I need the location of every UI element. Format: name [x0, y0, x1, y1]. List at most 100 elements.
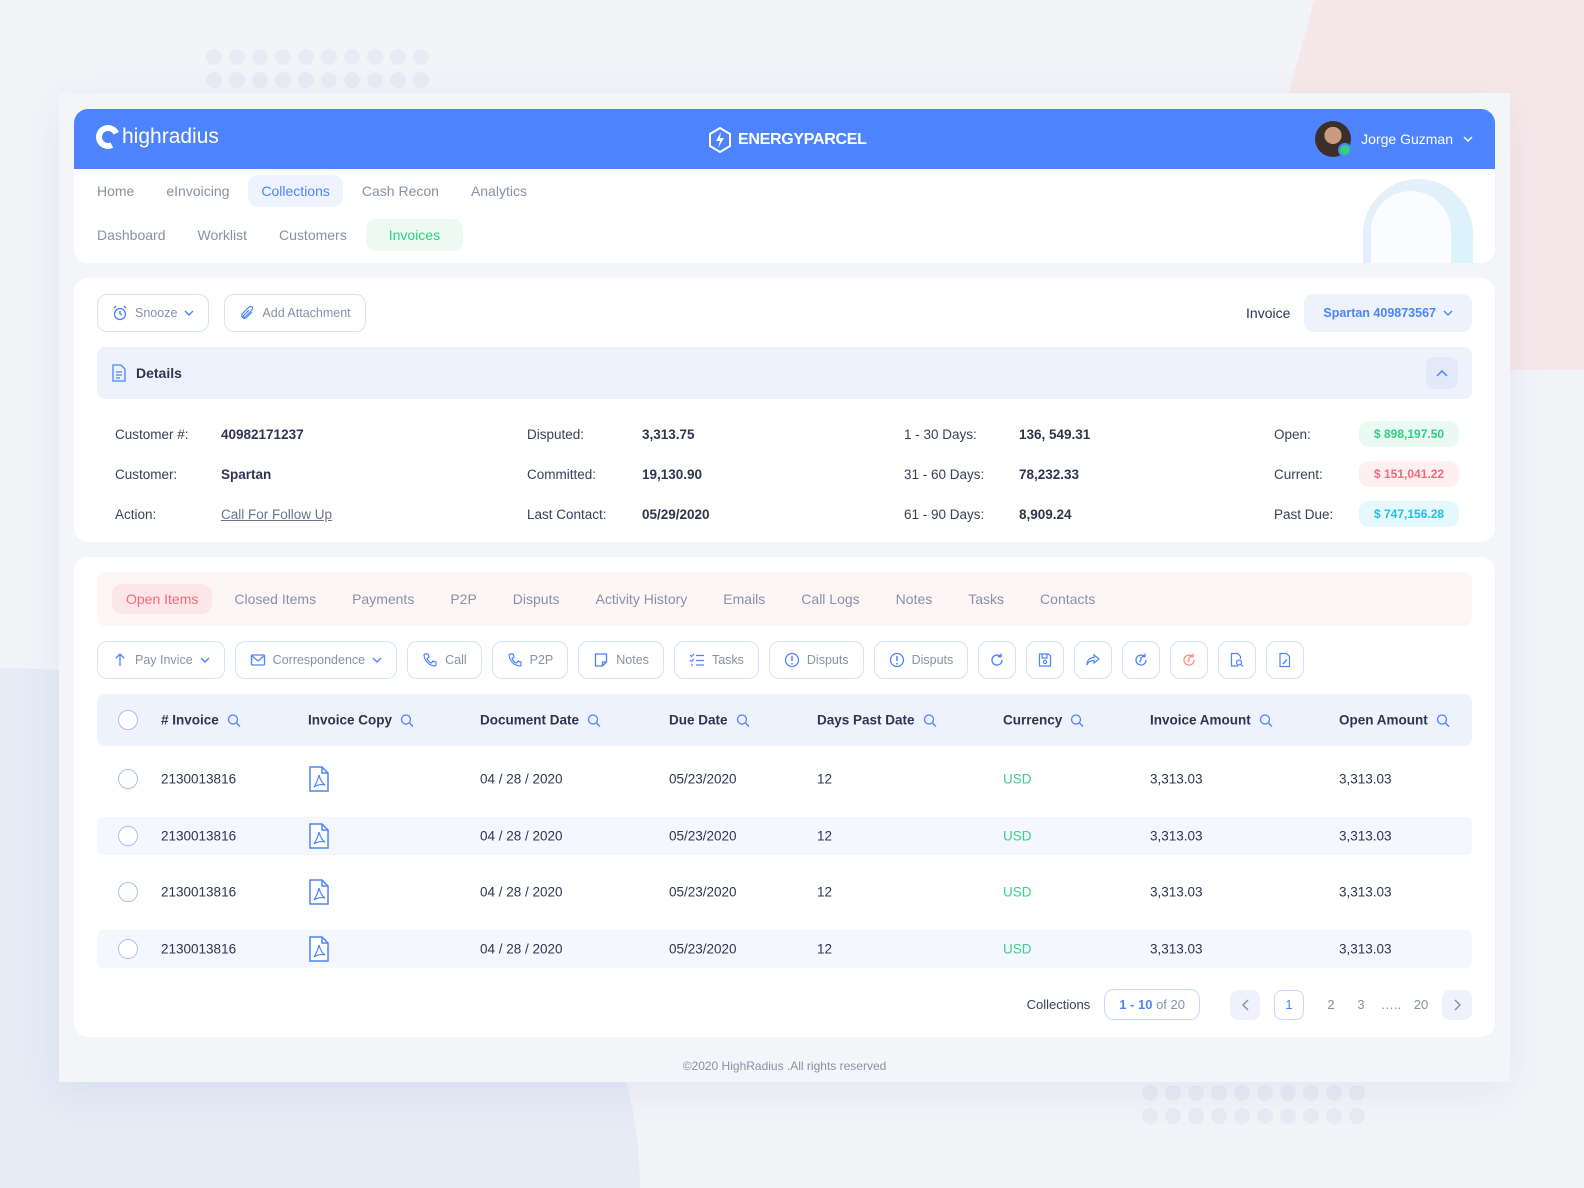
cell-days: 12	[817, 771, 833, 787]
dot	[229, 72, 245, 88]
tab-tasks[interactable]: Tasks	[954, 584, 1018, 614]
detail-last-contact: Last Contact: 05/29/2020	[527, 501, 710, 527]
detail-value: 8,909.24	[1019, 506, 1072, 522]
tab-activity-history[interactable]: Activity History	[581, 584, 701, 614]
chevron-down-icon	[1443, 310, 1453, 316]
alert-circle-icon	[784, 652, 800, 668]
column-header[interactable]: Due Date	[669, 713, 750, 728]
column-header[interactable]: Invoice Amount	[1150, 713, 1273, 728]
column-header[interactable]: Days Past Date	[817, 713, 937, 728]
cell-invoice-copy[interactable]	[308, 936, 330, 962]
tab-emails[interactable]: Emails	[709, 584, 779, 614]
search-icon[interactable]	[923, 713, 937, 727]
cell-doc-date: 04 / 28 / 2020	[480, 771, 563, 787]
tab-closed-items[interactable]: Closed Items	[220, 584, 330, 614]
invoice-selector-label: Invoice	[1246, 305, 1291, 321]
tasks-button[interactable]: Tasks	[673, 641, 759, 679]
subnav-item-customers[interactable]: Customers	[266, 219, 360, 251]
add-attachment-button[interactable]: Add Attachment	[224, 294, 366, 332]
correspondence-button[interactable]: Correspondence	[234, 641, 398, 679]
avatar	[1315, 121, 1353, 157]
tab-call-logs[interactable]: Call Logs	[787, 584, 873, 614]
dot-pattern	[1142, 1085, 1365, 1124]
p2p-button[interactable]: P2P	[491, 641, 569, 679]
search-icon[interactable]	[736, 713, 750, 727]
share-button[interactable]	[1074, 641, 1113, 679]
column-header[interactable]: # Invoice	[161, 713, 241, 728]
refresh-button[interactable]	[978, 641, 1017, 679]
table-row[interactable]: 2130013816 04 / 28 / 2020 05/23/2020 12 USD 3…	[97, 760, 1472, 798]
save-button[interactable]	[1026, 641, 1065, 679]
search-icon[interactable]	[1436, 713, 1450, 727]
pay-invice-button[interactable]: Pay Invice	[97, 641, 225, 679]
disputs-button[interactable]: Disputs	[873, 641, 969, 679]
pdf-file-icon[interactable]	[308, 822, 330, 849]
row-checkbox[interactable]	[118, 882, 138, 903]
detail-label: 31 - 60 Days:	[904, 466, 985, 482]
highradius-logo[interactable]: highradius	[92, 121, 219, 153]
column-header[interactable]: Document Date	[480, 713, 601, 728]
next-page-button[interactable]	[1442, 989, 1472, 1020]
search-icon[interactable]	[1070, 713, 1084, 727]
nav-item-collections[interactable]: Collections	[248, 175, 343, 207]
nav-item-cash-recon[interactable]: Cash Recon	[349, 175, 452, 207]
disputs-button[interactable]: Disputs	[768, 641, 864, 679]
row-checkbox[interactable]	[118, 939, 138, 960]
pdf-file-icon[interactable]	[308, 879, 330, 906]
row-checkbox[interactable]	[118, 825, 138, 846]
notes-button[interactable]: Notes	[578, 641, 664, 679]
cell-invoice: 2130013816	[161, 884, 237, 900]
page-1[interactable]: 1	[1274, 989, 1304, 1020]
tab-open-items[interactable]: Open Items	[112, 584, 213, 614]
cell-currency: USD	[1003, 828, 1032, 844]
pdf-file-icon[interactable]	[308, 766, 330, 792]
column-header[interactable]: Open Amount	[1339, 713, 1450, 728]
page-2[interactable]: 2	[1316, 990, 1346, 1020]
table-row[interactable]: 2130013816 04 / 28 / 2020 05/23/2020 12 USD 3…	[97, 930, 1472, 969]
tab-disputs[interactable]: Disputs	[499, 584, 574, 614]
pagination-range[interactable]: 1 - 10 of 20	[1104, 989, 1200, 1020]
tab-p2p[interactable]: P2P	[436, 584, 490, 614]
cell-invoice-copy[interactable]	[308, 766, 330, 792]
history-button[interactable]	[1122, 641, 1161, 679]
select-all-checkbox[interactable]	[118, 710, 138, 730]
phone-icon	[508, 653, 522, 667]
cell-invoice-copy[interactable]	[308, 822, 330, 849]
document-edit-button[interactable]	[1266, 641, 1305, 679]
invoice-selector[interactable]: Spartan 409873567	[1304, 294, 1472, 332]
document-search-button[interactable]	[1218, 641, 1257, 679]
cell-invoice-copy[interactable]	[308, 879, 330, 906]
page-20[interactable]: 20	[1406, 990, 1436, 1020]
column-header[interactable]: Invoice Copy	[308, 713, 414, 728]
pdf-file-icon[interactable]	[308, 936, 330, 962]
user-menu[interactable]: Jorge Guzman	[1315, 121, 1473, 157]
row-checkbox[interactable]	[118, 769, 138, 789]
range-total: of 20	[1156, 997, 1185, 1012]
collapse-button[interactable]	[1426, 357, 1458, 389]
dot	[1257, 1085, 1273, 1101]
table-row[interactable]: 2130013816 04 / 28 / 2020 05/23/2020 12 USD 3…	[97, 873, 1472, 911]
prev-page-button[interactable]	[1230, 989, 1260, 1020]
snooze-button[interactable]: Snooze	[97, 294, 210, 332]
search-icon[interactable]	[227, 713, 241, 727]
subnav-item-invoices[interactable]: Invoices	[365, 219, 464, 251]
nav-item-einvoicing[interactable]: eInvoicing	[153, 175, 242, 207]
cell-open-amount: 3,313.03	[1339, 771, 1392, 787]
search-icon[interactable]	[1259, 713, 1273, 727]
tab-payments[interactable]: Payments	[338, 584, 428, 614]
search-icon[interactable]	[400, 713, 414, 727]
history-red-button[interactable]	[1170, 641, 1209, 679]
search-icon[interactable]	[587, 713, 601, 727]
nav-item-home[interactable]: Home	[84, 175, 147, 207]
chevron-up-icon	[1436, 369, 1448, 377]
detail-value[interactable]: Call For Follow Up	[221, 507, 332, 522]
call-button[interactable]: Call	[407, 641, 482, 679]
tab-notes[interactable]: Notes	[882, 584, 947, 614]
subnav-item-dashboard[interactable]: Dashboard	[84, 219, 179, 251]
table-row[interactable]: 2130013816 04 / 28 / 2020 05/23/2020 12 USD 3…	[97, 816, 1472, 855]
subnav-item-worklist[interactable]: Worklist	[185, 219, 261, 251]
nav-item-analytics[interactable]: Analytics	[458, 175, 540, 207]
tab-contacts[interactable]: Contacts	[1026, 584, 1109, 614]
column-header[interactable]: Currency	[1003, 713, 1084, 728]
page-3[interactable]: 3	[1346, 990, 1376, 1020]
